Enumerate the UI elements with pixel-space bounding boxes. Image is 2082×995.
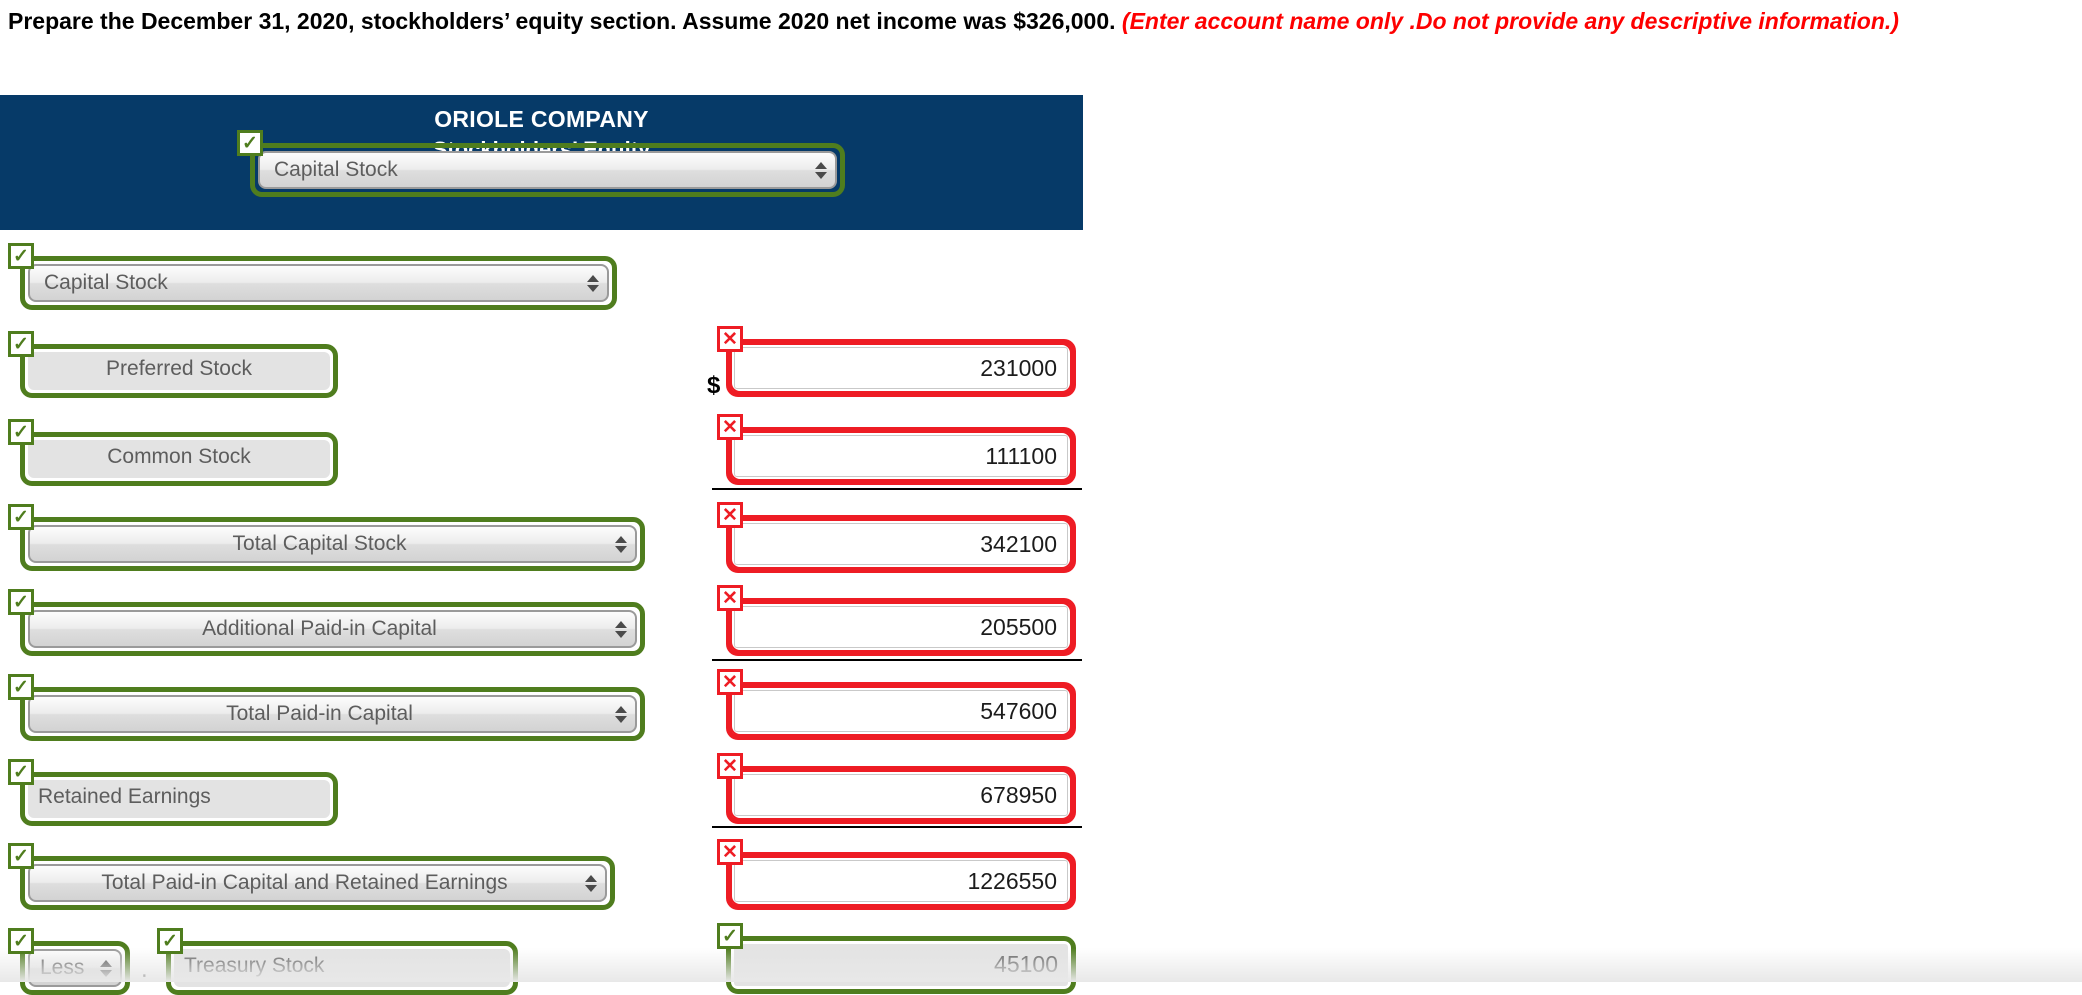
row-9-value-input[interactable]: 45100	[734, 944, 1068, 986]
chevron-updown-icon[interactable]	[100, 955, 112, 981]
instruction-note: (Enter account name only .Do not provide…	[1122, 8, 1899, 34]
row-9-separator: .	[141, 956, 148, 984]
row-2-label: Preferred Stock	[28, 352, 330, 386]
row-3-label-wrapper: Common Stock	[20, 432, 338, 486]
chevron-updown-icon[interactable]	[585, 870, 597, 896]
row-7-value-input[interactable]: 678950	[734, 774, 1068, 816]
row-9-label: Treasury Stock	[184, 949, 324, 983]
row-3-value-input[interactable]: 111100	[734, 435, 1068, 477]
row-8-account-select[interactable]: Total Paid-in Capital and Retained Earni…	[28, 864, 607, 902]
row-4-label: Total Capital Stock	[30, 527, 609, 561]
row-6-label: Total Paid-in Capital	[30, 697, 609, 731]
date-select[interactable]: Capital Stock	[258, 151, 837, 189]
row-8-label: Total Paid-in Capital and Retained Earni…	[30, 866, 579, 900]
chevron-updown-icon[interactable]	[587, 270, 599, 296]
instruction-text: Prepare the December 31, 2020, stockhold…	[8, 6, 2068, 36]
chevron-updown-icon[interactable]	[615, 531, 627, 557]
status-badge-correct-row-8: ✓	[8, 843, 34, 869]
instruction-main: Prepare the December 31, 2020, stockhold…	[8, 8, 1122, 34]
status-badge-incorrect-row-6: ✕	[717, 669, 743, 695]
row-6-value-input[interactable]: 547600	[734, 690, 1068, 732]
row-5-label: Additional Paid-in Capital	[30, 612, 609, 646]
row-2-value-wrapper: 231000	[726, 339, 1076, 397]
status-badge-correct-row-9-less: ✓	[8, 928, 34, 954]
row-9-value-wrapper: 45100	[726, 936, 1076, 994]
status-badge-correct-date: ✓	[237, 130, 263, 156]
stockholders-equity-worksheet: ORIOLE COMPANY Stockholders’ Equity ✓ Ca…	[0, 95, 1300, 230]
row-7-account-input[interactable]: Retained Earnings	[28, 780, 330, 818]
row-5-value-wrapper: 205500	[726, 598, 1076, 656]
row-3-account-input[interactable]: Common Stock	[28, 440, 330, 478]
row-8-label-wrapper: Total Paid-in Capital and Retained Earni…	[20, 856, 615, 910]
status-badge-correct-row-9-value: ✓	[717, 923, 743, 949]
row-6-label-wrapper: Total Paid-in Capital	[20, 687, 645, 741]
row-3-value-wrapper: 111100	[726, 427, 1076, 485]
row-3-label: Common Stock	[28, 440, 330, 474]
row-6-value-wrapper: 547600	[726, 682, 1076, 740]
status-badge-correct-row-9: ✓	[157, 928, 183, 954]
status-badge-incorrect-row-7: ✕	[717, 753, 743, 779]
chevron-updown-icon[interactable]	[815, 157, 827, 183]
date-select-wrapper: Capital Stock	[250, 143, 845, 197]
subtotal-rule-row-3	[712, 488, 1082, 490]
row-9-less-wrapper: Less	[20, 941, 130, 995]
row-8-value-input[interactable]: 1226550	[734, 860, 1068, 902]
status-badge-incorrect-row-4: ✕	[717, 502, 743, 528]
row-7-label-wrapper: Retained Earnings	[20, 772, 338, 826]
row-9-label-wrapper: Treasury Stock	[166, 941, 518, 995]
chevron-updown-icon[interactable]	[615, 616, 627, 642]
row-4-account-select[interactable]: Total Capital Stock	[28, 525, 637, 563]
row-2-account-input[interactable]: Preferred Stock	[28, 352, 330, 390]
row-1-label: Capital Stock	[44, 266, 168, 300]
status-badge-incorrect-row-8: ✕	[717, 839, 743, 865]
status-badge-correct-row-5: ✓	[8, 589, 34, 615]
row-2-label-wrapper: Preferred Stock	[20, 344, 338, 398]
row-5-value-input[interactable]: 205500	[734, 606, 1068, 648]
status-badge-correct-row-2: ✓	[8, 331, 34, 357]
row-7-value-wrapper: 678950	[726, 766, 1076, 824]
status-badge-correct-row-1: ✓	[8, 243, 34, 269]
company-name: ORIOLE COMPANY	[0, 95, 1083, 133]
row-8-value-wrapper: 1226550	[726, 852, 1076, 910]
status-badge-incorrect-row-2: ✕	[717, 326, 743, 352]
row-5-label-wrapper: Additional Paid-in Capital	[20, 602, 645, 656]
status-badge-correct-row-7: ✓	[8, 759, 34, 785]
row-5-account-select[interactable]: Additional Paid-in Capital	[28, 610, 637, 648]
row-1-label-wrapper: Capital Stock	[20, 256, 617, 310]
date-select-value: Capital Stock	[274, 153, 398, 187]
status-badge-correct-row-3: ✓	[8, 419, 34, 445]
status-badge-correct-row-4: ✓	[8, 504, 34, 530]
status-badge-incorrect-row-3: ✕	[717, 414, 743, 440]
row-7-label: Retained Earnings	[38, 780, 211, 814]
row-9-less-label: Less	[40, 951, 94, 985]
row-4-value-wrapper: 342100	[726, 515, 1076, 573]
currency-symbol-row-2: $	[707, 372, 720, 400]
row-9-account-input[interactable]: Treasury Stock	[174, 949, 510, 987]
row-6-account-select[interactable]: Total Paid-in Capital	[28, 695, 637, 733]
subtotal-rule-row-5	[712, 659, 1082, 661]
chevron-updown-icon[interactable]	[615, 701, 627, 727]
row-2-value-input[interactable]: 231000	[734, 347, 1068, 389]
subtotal-rule-row-7	[712, 826, 1082, 828]
row-9-less-select[interactable]: Less	[28, 949, 122, 987]
row-4-label-wrapper: Total Capital Stock	[20, 517, 645, 571]
status-badge-incorrect-row-5: ✕	[717, 585, 743, 611]
status-badge-correct-row-6: ✓	[8, 674, 34, 700]
row-4-value-input[interactable]: 342100	[734, 523, 1068, 565]
row-1-account-select[interactable]: Capital Stock	[28, 264, 609, 302]
